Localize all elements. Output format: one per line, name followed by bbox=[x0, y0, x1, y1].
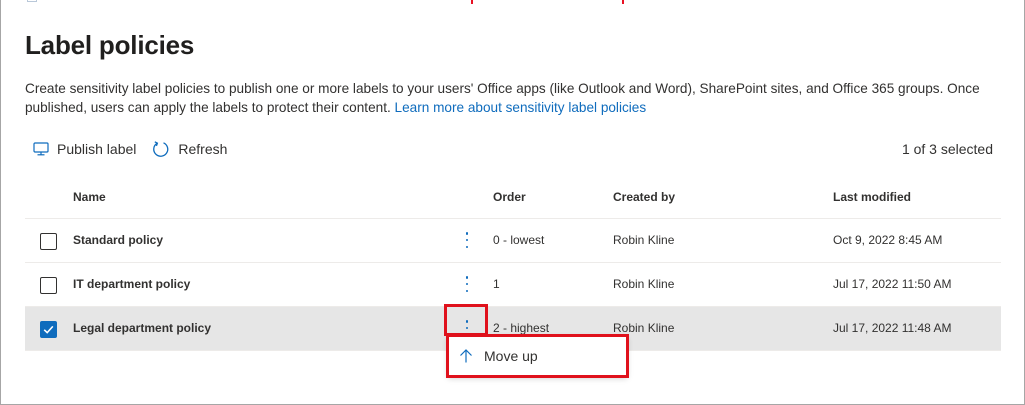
publish-label-button[interactable]: Publish label bbox=[33, 141, 136, 157]
more-actions-button[interactable] bbox=[461, 274, 473, 294]
policy-created-by: Robin Kline bbox=[613, 321, 675, 335]
dot bbox=[465, 232, 469, 235]
highlight-more-actions bbox=[444, 304, 488, 336]
monitor-icon bbox=[33, 142, 49, 156]
dot bbox=[465, 289, 469, 292]
policy-created-by: Robin Kline bbox=[613, 277, 675, 291]
policy-last-modified: Oct 9, 2022 8:45 AM bbox=[833, 233, 943, 247]
policy-last-modified: Jul 17, 2022 11:48 AM bbox=[833, 321, 952, 335]
toolbar: Publish label Refresh bbox=[33, 138, 243, 160]
checkmark-icon bbox=[43, 325, 54, 334]
more-actions-button[interactable] bbox=[461, 230, 473, 250]
selection-count: 1 of 3 selected bbox=[901, 141, 993, 157]
top-strip bbox=[1, 0, 1023, 4]
dot bbox=[465, 238, 469, 242]
ghost-checkbox bbox=[27, 0, 37, 2]
dot bbox=[465, 276, 469, 279]
refresh-icon bbox=[153, 141, 169, 157]
red-mark-left bbox=[471, 0, 473, 4]
red-mark-right bbox=[622, 0, 624, 4]
row-checkbox[interactable] bbox=[40, 233, 57, 250]
policy-created-by: Robin Kline bbox=[613, 233, 675, 247]
highlight-move-up bbox=[446, 334, 629, 378]
column-header-last-modified[interactable]: Last modified bbox=[833, 190, 911, 204]
table-row[interactable]: IT department policy 1 Robin Kline Jul 1… bbox=[25, 263, 1001, 307]
page-description: Create sensitivity label policies to pub… bbox=[25, 79, 1005, 117]
column-header-created-by[interactable]: Created by bbox=[613, 190, 675, 204]
row-checkbox[interactable] bbox=[40, 277, 57, 294]
dot bbox=[465, 245, 469, 248]
table-row[interactable]: Standard policy 0 - lowest Robin Kline O… bbox=[25, 219, 1001, 263]
refresh-button[interactable]: Refresh bbox=[152, 140, 227, 158]
policy-last-modified: Jul 17, 2022 11:50 AM bbox=[833, 277, 952, 291]
learn-more-link[interactable]: Learn more about sensitivity label polic… bbox=[395, 100, 647, 115]
table-header: Name Order Created by Last modified bbox=[25, 176, 1001, 219]
column-header-order[interactable]: Order bbox=[493, 190, 526, 204]
policy-name: Standard policy bbox=[73, 233, 164, 247]
row-checkbox-checked[interactable] bbox=[40, 321, 57, 338]
dot bbox=[465, 282, 469, 286]
policy-order: 1 bbox=[493, 277, 500, 291]
publish-label-text: Publish label bbox=[57, 141, 137, 157]
policy-name: Legal department policy bbox=[73, 321, 212, 335]
policy-order: 2 - highest bbox=[493, 321, 550, 335]
policy-name: IT department policy bbox=[73, 277, 191, 291]
column-header-name[interactable]: Name bbox=[73, 190, 106, 204]
refresh-text: Refresh bbox=[178, 141, 228, 157]
page-title: Label policies bbox=[25, 30, 195, 60]
policy-order: 0 - lowest bbox=[493, 233, 545, 247]
